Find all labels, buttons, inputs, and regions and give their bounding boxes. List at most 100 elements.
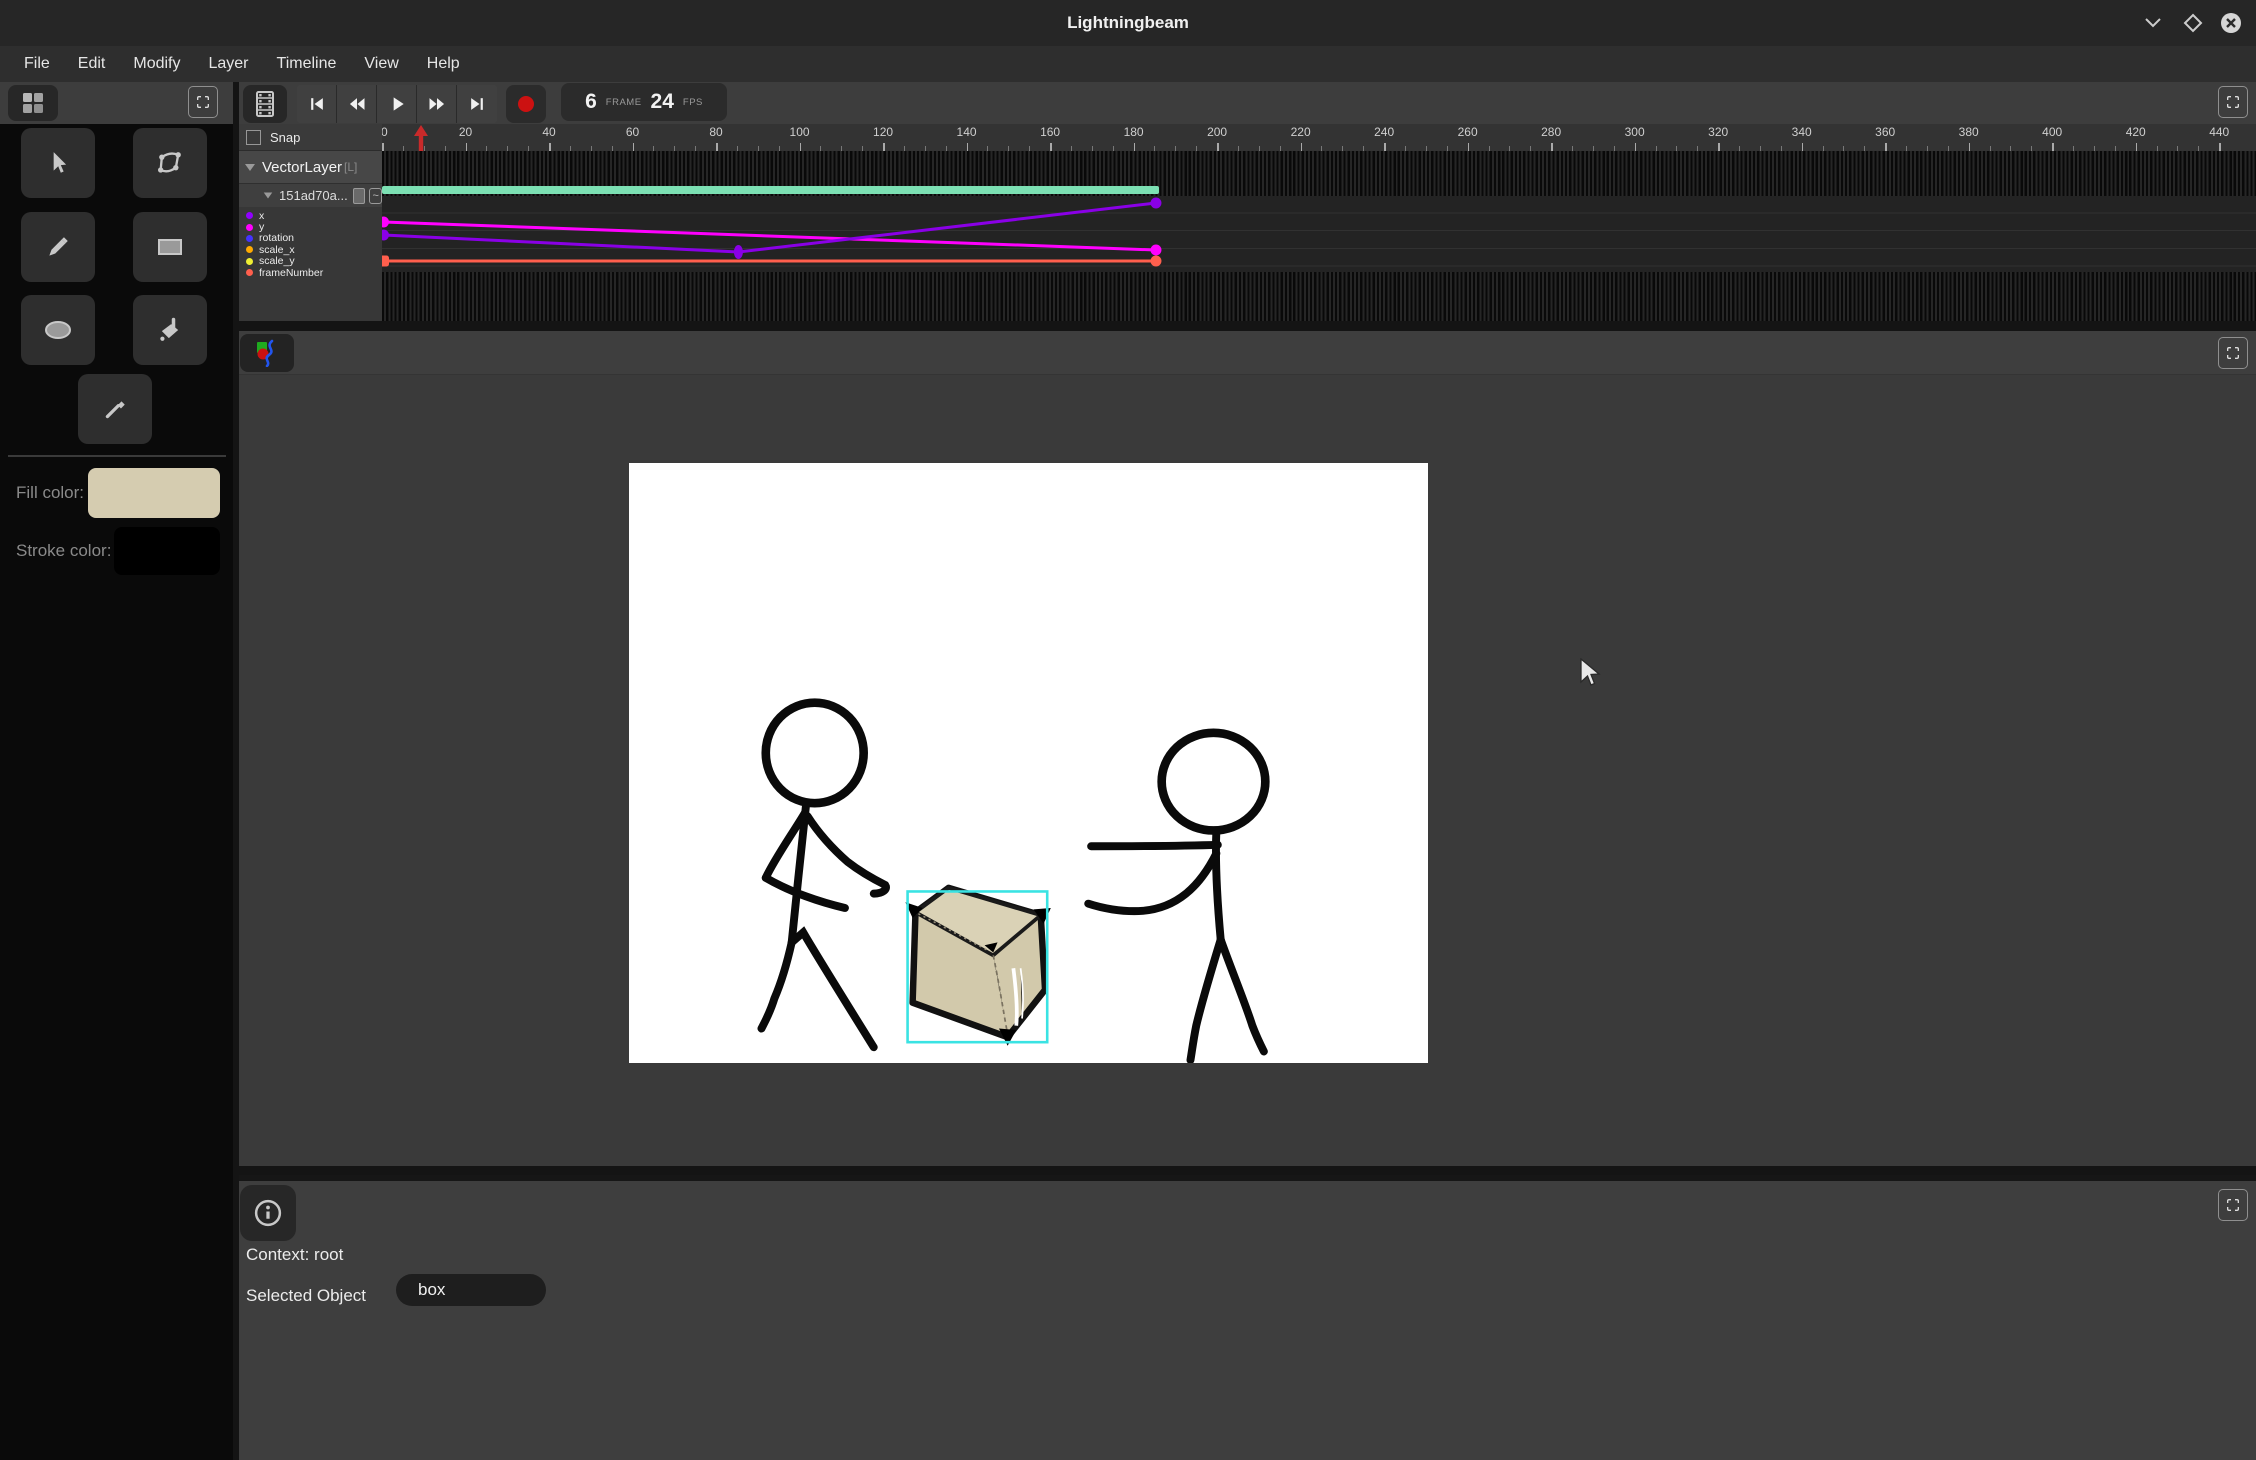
skip-to-start-button[interactable] bbox=[297, 85, 337, 123]
drawing-canvas[interactable] bbox=[629, 463, 1428, 1063]
rewind-icon bbox=[346, 94, 368, 114]
fill-color-swatch[interactable] bbox=[88, 468, 220, 518]
ruler-tick bbox=[1050, 143, 1052, 151]
timeline-track-area[interactable] bbox=[382, 151, 2256, 321]
film-strip-icon bbox=[254, 90, 276, 118]
skip-to-end-button[interactable] bbox=[457, 85, 497, 123]
canvas-toolbar bbox=[239, 331, 2256, 375]
ruler-label: 320 bbox=[1708, 125, 1728, 139]
shapes-icon bbox=[254, 339, 280, 367]
rewind-button[interactable] bbox=[337, 85, 377, 123]
keyframe-x-185[interactable] bbox=[1150, 198, 1161, 209]
inspector-expand-button[interactable] bbox=[2218, 1189, 2248, 1221]
ellipse-tool-button[interactable] bbox=[21, 295, 95, 365]
property-color-dot bbox=[246, 212, 253, 219]
sublayer-ease-button[interactable]: ~ bbox=[369, 188, 382, 204]
close-icon[interactable] bbox=[2219, 11, 2243, 35]
shapes-mode-button[interactable] bbox=[240, 334, 294, 372]
layer-collapse-caret[interactable] bbox=[245, 164, 255, 171]
timeline-ruler[interactable]: 0204060801001201401601802002202402602803… bbox=[382, 124, 2256, 151]
property-row-scale_y[interactable]: scale_y bbox=[239, 256, 382, 267]
keyframe-frameNumber-0[interactable] bbox=[382, 256, 389, 267]
property-row-frameNumber[interactable]: frameNumber bbox=[239, 267, 382, 278]
ruler-tick bbox=[2052, 143, 2054, 151]
ruler-tick bbox=[1134, 143, 1136, 151]
keyframe-y-0[interactable] bbox=[382, 217, 389, 228]
box-object[interactable] bbox=[905, 888, 1050, 1046]
minimize-icon[interactable] bbox=[2141, 11, 2165, 35]
ruler-tick bbox=[1384, 143, 1386, 151]
ruler-tick bbox=[466, 143, 468, 151]
ruler-tick bbox=[1551, 143, 1553, 151]
stroke-color-swatch[interactable] bbox=[114, 527, 220, 575]
ruler-tick bbox=[1468, 143, 1470, 151]
sublayer-collapse-caret[interactable] bbox=[264, 193, 273, 199]
menu-edit[interactable]: Edit bbox=[64, 55, 120, 73]
transform-tool-button[interactable] bbox=[133, 128, 207, 198]
frame-counter: 6 FRAME 24 FPS bbox=[561, 83, 727, 121]
timeline-mode-button[interactable] bbox=[243, 85, 287, 123]
stick-figure-right[interactable] bbox=[1088, 733, 1265, 1060]
property-color-dot bbox=[246, 246, 253, 253]
playhead[interactable] bbox=[410, 124, 432, 151]
ruler-tick bbox=[1802, 143, 1804, 151]
sublayer-row[interactable]: 151ad70a... ~ bbox=[239, 184, 382, 207]
eyedropper-tool-button[interactable] bbox=[78, 374, 152, 444]
keyframe-y-185[interactable] bbox=[1150, 245, 1161, 256]
property-name: frameNumber bbox=[259, 267, 323, 279]
menu-modify[interactable]: Modify bbox=[119, 55, 194, 73]
panel-grid-button[interactable] bbox=[8, 85, 58, 121]
snap-checkbox[interactable] bbox=[246, 130, 261, 145]
property-row-scale_x[interactable]: scale_x bbox=[239, 244, 382, 255]
frame-value: 6 bbox=[585, 90, 597, 114]
sublayer-name: 151ad70a... bbox=[279, 188, 348, 203]
fast-forward-button[interactable] bbox=[417, 85, 457, 123]
ruler-label: 420 bbox=[2126, 125, 2146, 139]
paint-bucket-tool-button[interactable] bbox=[133, 295, 207, 365]
eyedropper-icon bbox=[102, 396, 128, 422]
canvas-expand-button[interactable] bbox=[2218, 337, 2248, 369]
keyframe-x-0[interactable] bbox=[382, 230, 389, 241]
menu-layer[interactable]: Layer bbox=[194, 55, 262, 73]
select-tool-button[interactable] bbox=[21, 128, 95, 198]
property-row-y[interactable]: y bbox=[239, 221, 382, 232]
property-color-dot bbox=[246, 224, 253, 231]
property-row-rotation[interactable]: rotation bbox=[239, 233, 382, 244]
tools-expand-button[interactable] bbox=[188, 86, 218, 118]
menu-help[interactable]: Help bbox=[413, 55, 474, 73]
snap-label: Snap bbox=[270, 130, 300, 145]
menu-view[interactable]: View bbox=[350, 55, 412, 73]
property-row-x[interactable]: x bbox=[239, 210, 382, 221]
stroke-color-label: Stroke color: bbox=[16, 541, 111, 561]
play-button[interactable] bbox=[377, 85, 417, 123]
maximize-icon[interactable] bbox=[2181, 11, 2205, 35]
keyframe-x-85[interactable] bbox=[734, 245, 743, 259]
cursor-icon bbox=[45, 150, 71, 176]
info-icon bbox=[253, 1198, 283, 1228]
ruler-label: 100 bbox=[790, 125, 810, 139]
keyframe-frameNumber-185[interactable] bbox=[1150, 256, 1161, 267]
rectangle-tool-button[interactable] bbox=[133, 212, 207, 282]
pencil-icon bbox=[45, 234, 71, 260]
pencil-tool-button[interactable] bbox=[21, 212, 95, 282]
record-button[interactable] bbox=[506, 85, 546, 123]
sublayer-swatch-button[interactable] bbox=[353, 188, 366, 204]
ruler-tick bbox=[883, 143, 885, 151]
menu-file[interactable]: File bbox=[10, 55, 64, 73]
layer-row-vectorlayer[interactable]: VectorLayer [L] bbox=[239, 151, 382, 184]
curve-y[interactable] bbox=[384, 222, 1157, 250]
inspector-panel bbox=[239, 1175, 2256, 1460]
animation-curves bbox=[382, 151, 2256, 321]
selected-object-label: Selected Object bbox=[246, 1286, 366, 1306]
property-name: scale_x bbox=[259, 244, 295, 256]
grid-icon bbox=[21, 91, 45, 115]
menu-bar: File Edit Modify Layer Timeline View Hel… bbox=[0, 46, 2256, 82]
ruler-tick bbox=[382, 143, 384, 151]
info-mode-button[interactable] bbox=[240, 1185, 296, 1241]
timeline-expand-button[interactable] bbox=[2218, 86, 2248, 118]
ruler-tick bbox=[1885, 143, 1887, 151]
property-name: scale_y bbox=[259, 255, 295, 267]
selected-object-field[interactable]: box bbox=[396, 1274, 546, 1306]
stick-figure-left[interactable] bbox=[761, 703, 886, 1047]
menu-timeline[interactable]: Timeline bbox=[263, 55, 351, 73]
